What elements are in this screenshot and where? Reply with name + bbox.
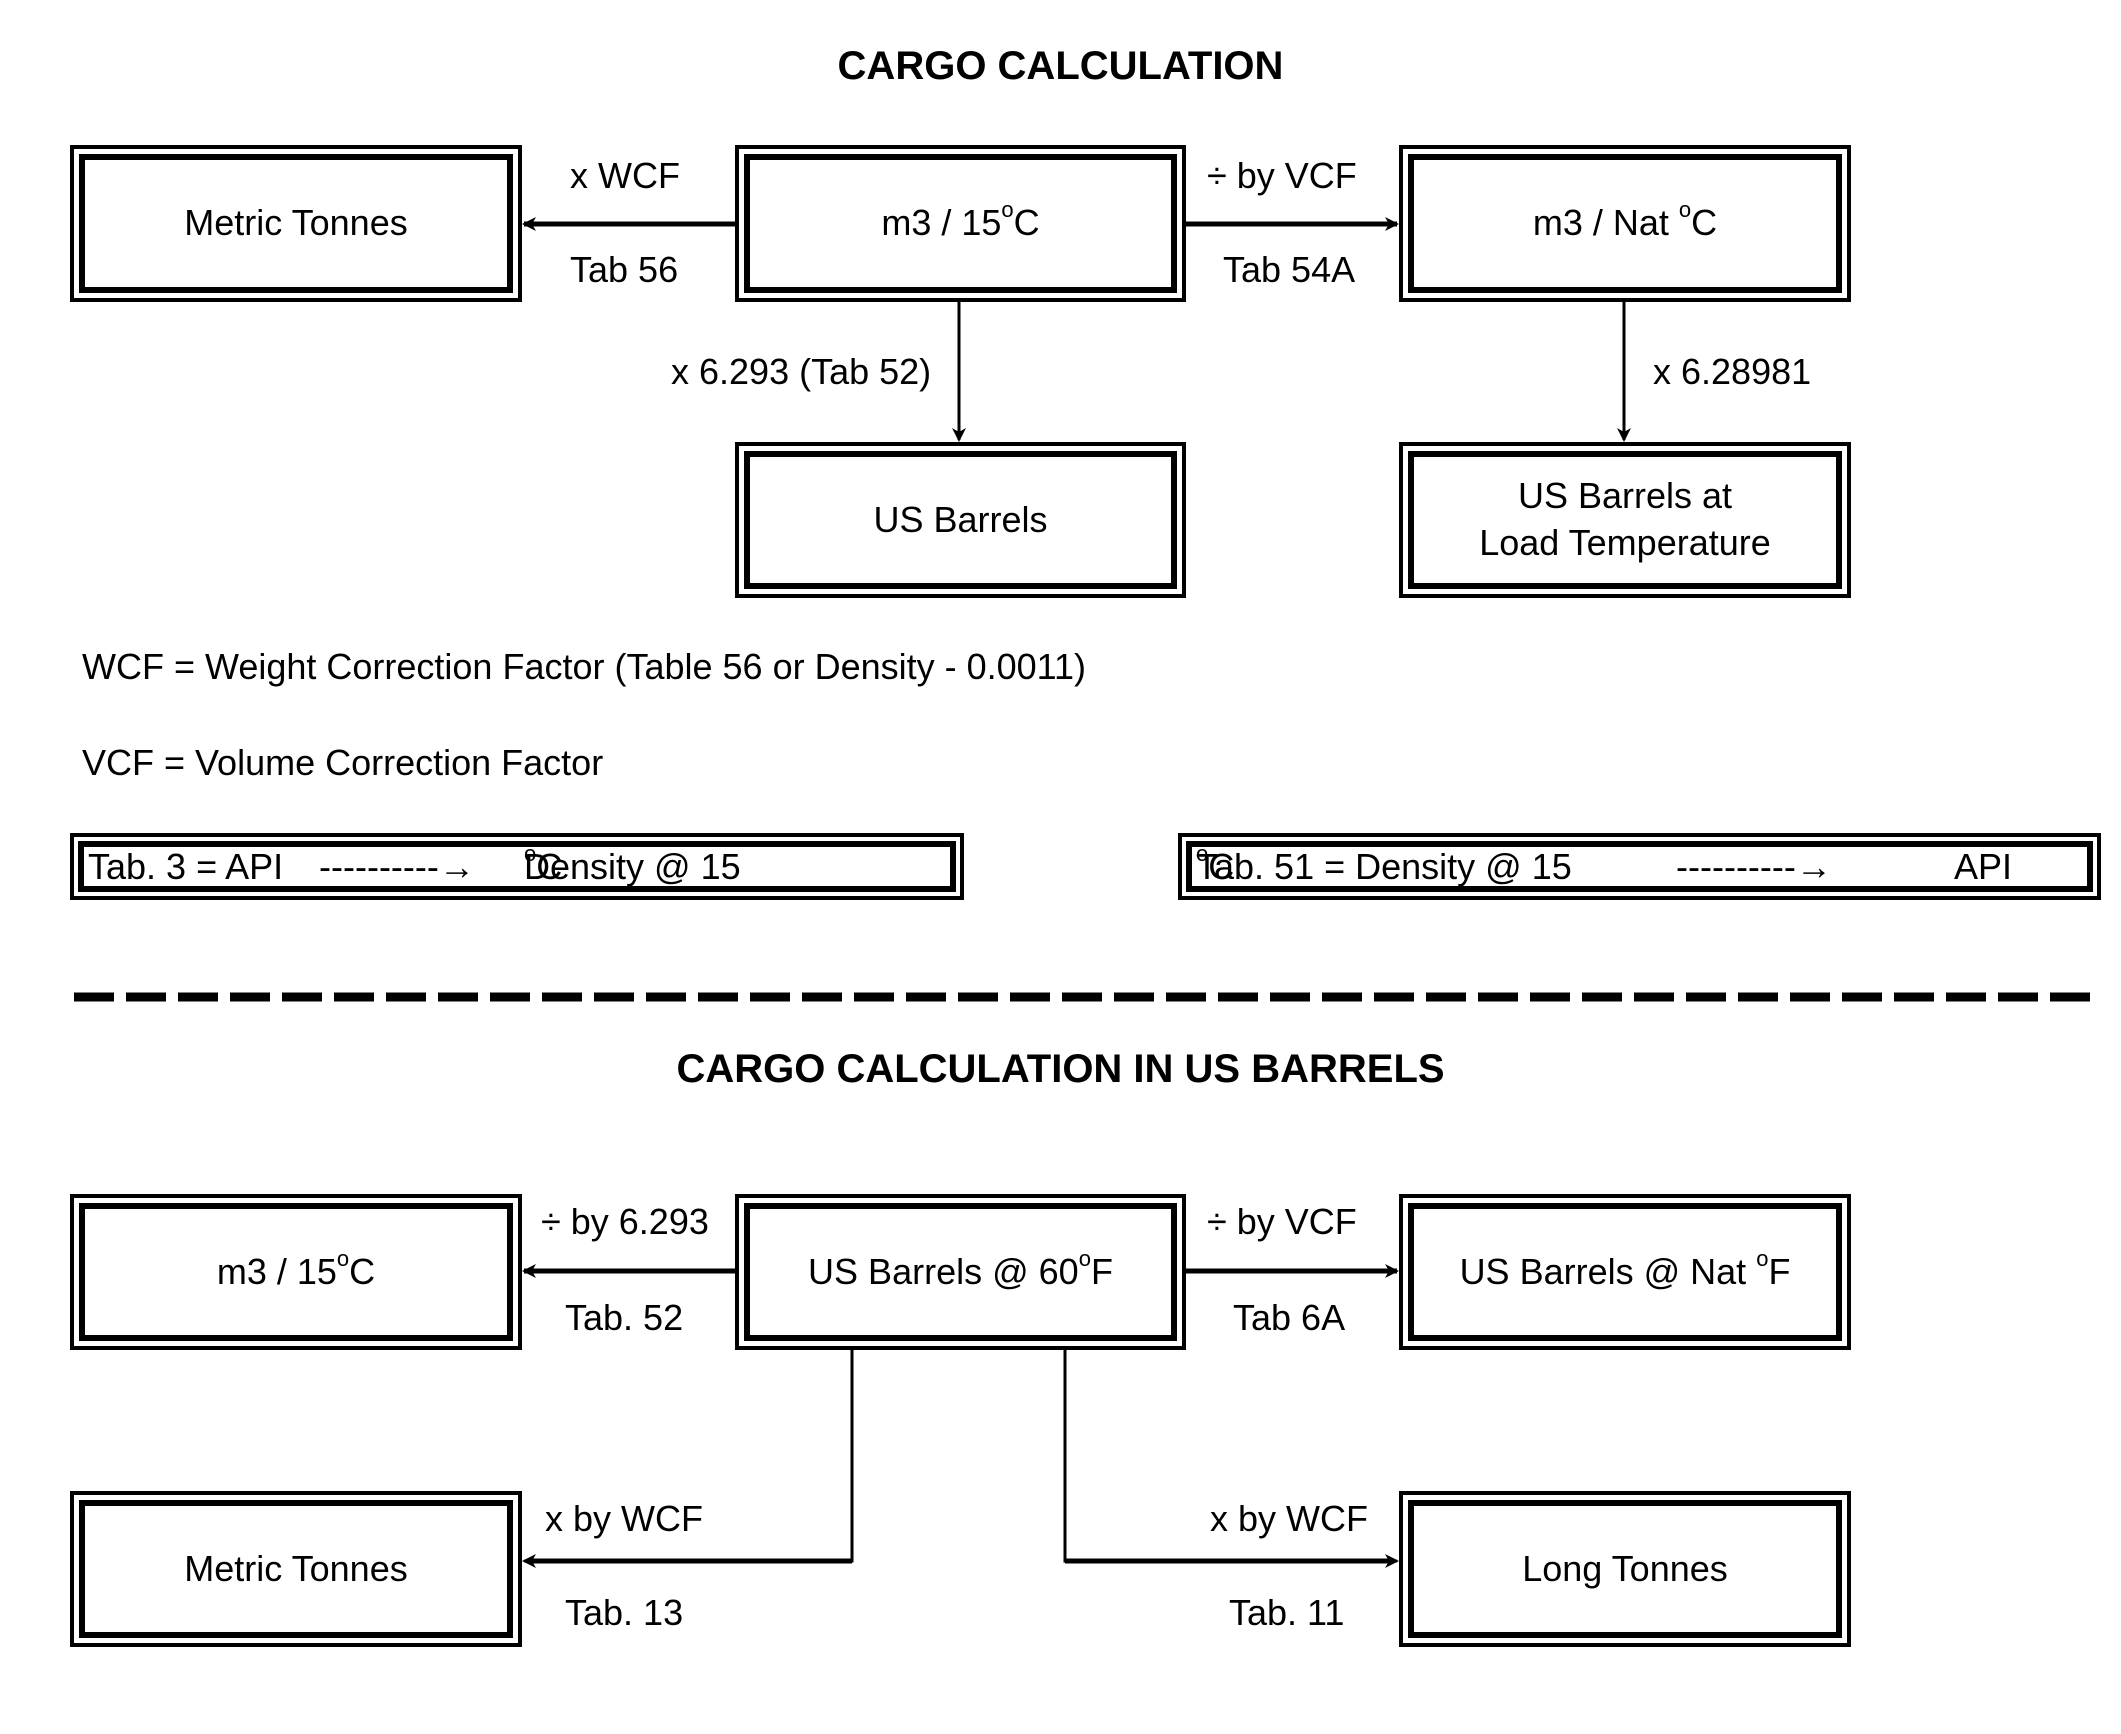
node-us-barrels-load-temp: US Barrels at Load Temperature bbox=[1399, 442, 1851, 598]
edge-label-x-628981: x 6.28981 bbox=[1653, 351, 1812, 392]
table3-api-to-density: Tab. 3 = API ----------→ Density @ 15 o C bbox=[70, 833, 964, 900]
node-label: US Barrels @ Nat oF bbox=[1459, 1245, 1791, 1292]
edge-label-x-6293: x 6.293 (Tab 52) bbox=[671, 351, 932, 392]
table51-label: Tab. 51 = Density @ 15 o C bbox=[1196, 840, 1572, 887]
edge-label-x-wcf: x by WCF bbox=[545, 1498, 703, 1539]
dashed-arrow-icon: ----------→ bbox=[1676, 845, 1832, 887]
node-us-barrels: US Barrels bbox=[735, 442, 1186, 598]
node-us-barrels-nat-f: US Barrels @ Nat oF bbox=[1399, 1194, 1851, 1350]
edge-label-div-vcf: ÷ by VCF bbox=[1207, 1201, 1357, 1242]
edge-label-tab54a: Tab 54A bbox=[1223, 249, 1356, 290]
edge-label-div-vcf: ÷ by VCF bbox=[1207, 155, 1357, 196]
table51-density-to-api: Tab. 51 = Density @ 15 o C ----------→ API bbox=[1178, 833, 2101, 900]
note-vcf-definition: VCF = Volume Correction Factor bbox=[82, 742, 604, 783]
diagram1-title: CARGO CALCULATION bbox=[837, 44, 1284, 88]
node-m3-15c: m3 / 15oC bbox=[70, 1194, 522, 1350]
edge-label-tab11: Tab. 11 bbox=[1229, 1592, 1345, 1633]
edge-label-tab6a: Tab 6A bbox=[1233, 1297, 1346, 1338]
node-label: m3 / Nat oC bbox=[1532, 197, 1718, 244]
edge-label-div-6293: ÷ by 6.293 bbox=[541, 1201, 709, 1242]
node-label: US Barrels bbox=[873, 498, 1048, 540]
node-label: Long Tonnes bbox=[1522, 1547, 1728, 1589]
node-label: m3 / 15oC bbox=[881, 197, 1040, 244]
note-wcf-definition: WCF = Weight Correction Factor (Table 56… bbox=[82, 646, 1087, 687]
node-m3-nat-c: m3 / Nat oC bbox=[1399, 145, 1851, 302]
edge-label-tab13: Tab. 13 bbox=[565, 1592, 684, 1633]
node-label: US Barrels @ 60oF bbox=[808, 1245, 1113, 1292]
edge-label-x-wcf: x by WCF bbox=[1210, 1498, 1368, 1539]
node-metric-tonnes: Metric Tonnes bbox=[70, 1491, 522, 1647]
node-long-tonnes: Long Tonnes bbox=[1399, 1491, 1851, 1647]
node-us-barrels-60f: US Barrels @ 60oF bbox=[735, 1194, 1186, 1350]
edge-label-tab56: Tab 56 bbox=[570, 249, 679, 290]
edge-label-tab52: Tab. 52 bbox=[565, 1297, 684, 1338]
node-label: Metric Tonnes bbox=[184, 202, 408, 244]
table51-result: API bbox=[1954, 845, 2013, 887]
node-label: Metric Tonnes bbox=[184, 1547, 408, 1589]
table3-label: Tab. 3 = API bbox=[88, 845, 284, 887]
table3-result: Density @ 15 o C bbox=[524, 840, 741, 887]
edge-label-x-wcf: x WCF bbox=[570, 155, 680, 196]
diagram2-title: CARGO CALCULATION IN US BARRELS bbox=[676, 1047, 1445, 1091]
node-m3-15c: m3 / 15oC bbox=[735, 145, 1186, 302]
node-label: m3 / 15oC bbox=[216, 1245, 376, 1292]
node-metric-tonnes: Metric Tonnes bbox=[70, 145, 522, 302]
node-label: US Barrels at Load Temperature bbox=[1479, 475, 1771, 563]
dashed-arrow-icon: ----------→ bbox=[319, 845, 475, 887]
